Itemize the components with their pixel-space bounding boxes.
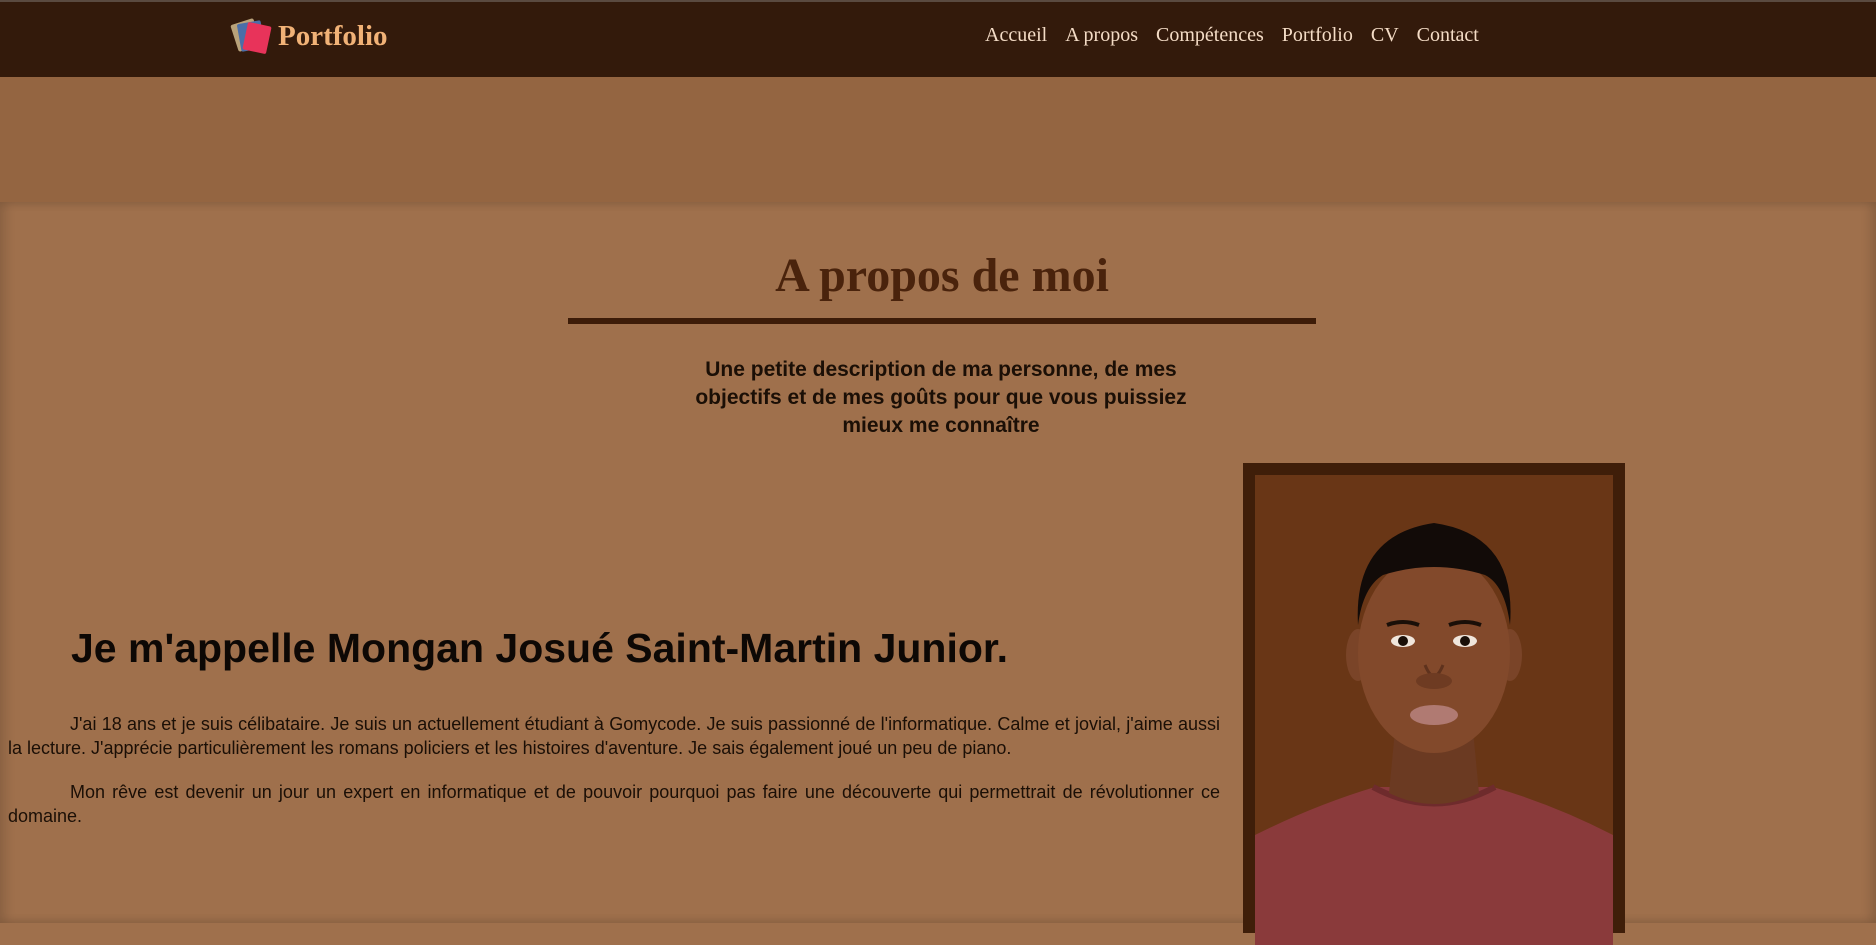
brand-logo[interactable]: Portfolio [230, 16, 388, 56]
about-paragraph-2: Mon rêve est devenir un jour un expert e… [8, 782, 1220, 826]
section-title: A propos de moi [775, 249, 1109, 302]
books-icon [230, 17, 272, 55]
hero-banner [0, 77, 1876, 202]
about-text: Je m'appelle Mongan Josué Saint-Martin J… [8, 620, 1220, 828]
nav-link-cv[interactable]: CV [1371, 22, 1399, 48]
nav-link-competences[interactable]: Compétences [1156, 22, 1264, 48]
about-paragraph-1: J'ai 18 ans et je suis célibataire. Je s… [8, 714, 1220, 758]
title-underline [568, 318, 1316, 324]
nav-link-portfolio[interactable]: Portfolio [1282, 22, 1353, 48]
nav-link-accueil[interactable]: Accueil [985, 22, 1047, 48]
nav-menu: Accueil A propos Compétences Portfolio C… [985, 22, 1497, 48]
navbar: Portfolio Accueil A propos Compétences P… [0, 0, 1876, 77]
profile-photo-frame [1243, 463, 1625, 945]
profile-photo [1255, 475, 1613, 945]
nav-link-contact[interactable]: Contact [1417, 22, 1479, 48]
name-heading: Je m'appelle Mongan Josué Saint-Martin J… [71, 625, 1008, 671]
brand-name: Portfolio [278, 19, 388, 52]
section-subtitle: Une petite description de ma personne, d… [695, 358, 1187, 437]
nav-link-a-propos[interactable]: A propos [1065, 22, 1138, 48]
